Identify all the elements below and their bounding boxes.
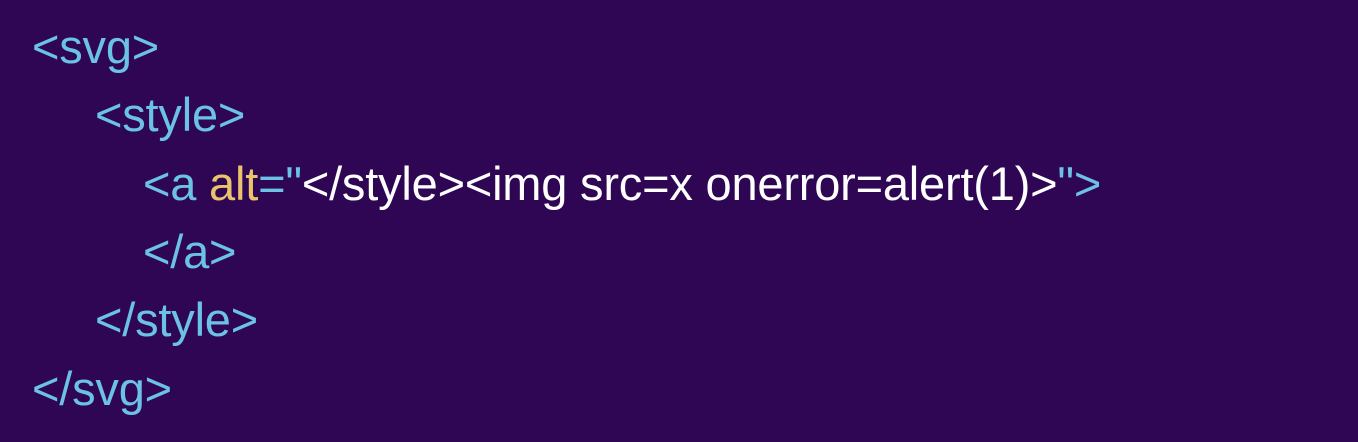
svg-close-tag: </svg>	[32, 362, 172, 415]
code-line-style-open: <style>	[95, 81, 245, 149]
code-snippet: <svg> <style> <a alt="</style><img src=x…	[0, 0, 1358, 442]
alt-attribute-name: alt	[209, 157, 259, 210]
anchor-open-tag: <a	[143, 157, 210, 210]
code-line-anchor-open: <a alt="</style><img src=x onerror=alert…	[143, 150, 1101, 218]
svg-open-tag: <svg>	[32, 20, 160, 73]
alt-attribute-value: </style><img src=x onerror=alert(1)>	[301, 157, 1058, 210]
style-open-tag: <style>	[95, 88, 246, 141]
anchor-close-tag: </a>	[143, 225, 237, 278]
attribute-equals-quote: ="	[258, 157, 302, 210]
code-line-style-close: </style>	[95, 286, 258, 354]
code-line-svg-open: <svg>	[32, 13, 159, 81]
style-close-tag: </style>	[95, 293, 258, 346]
code-line-anchor-close: </a>	[143, 218, 236, 286]
code-line-svg-close: </svg>	[32, 355, 172, 423]
anchor-open-tag-close: ">	[1057, 157, 1102, 210]
